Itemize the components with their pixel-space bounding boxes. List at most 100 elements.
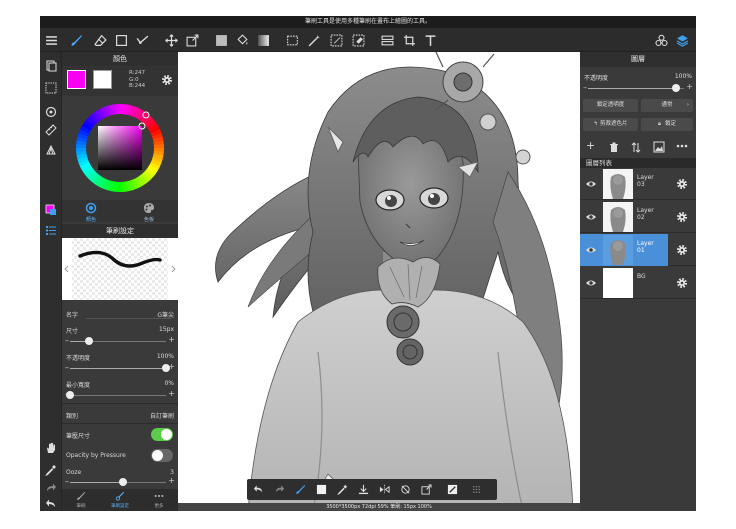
blend-mode-value: 通常 [661, 102, 673, 108]
minus-icon[interactable]: – [65, 477, 69, 486]
plus-icon[interactable]: + [168, 389, 175, 398]
fill-color-icon[interactable] [212, 31, 230, 49]
visibility-eye-icon[interactable] [585, 211, 597, 223]
layer-row[interactable]: Layer 03 [580, 168, 696, 200]
layer-row[interactable]: Layer 02 [580, 201, 696, 233]
blend-mode-button[interactable]: 通常 › [641, 99, 693, 112]
brush-name-row[interactable]: 名字 G筆尖 [62, 306, 178, 322]
navigator-icon[interactable] [43, 104, 59, 120]
layer-image-icon[interactable] [653, 141, 665, 153]
add-layer-icon[interactable]: + [586, 139, 595, 152]
snap-icon[interactable] [378, 31, 396, 49]
selection-layer-icon[interactable] [43, 80, 59, 96]
clear-icon[interactable] [445, 482, 460, 497]
color-swatch-icon[interactable] [314, 482, 329, 497]
visibility-eye-icon[interactable] [585, 277, 597, 289]
pages-icon[interactable] [43, 58, 59, 74]
minus-icon[interactable]: – [65, 336, 69, 345]
main-color-swatch[interactable] [67, 70, 86, 89]
undo-icon[interactable] [251, 482, 266, 497]
brush-type-row[interactable]: 類別 自訂筆刷 [62, 407, 178, 423]
tab-more[interactable]: 更多 [140, 489, 178, 511]
brush-size-slider[interactable]: – + [62, 335, 178, 347]
minus-icon[interactable]: – [583, 83, 587, 92]
menu-icon[interactable] [42, 31, 60, 49]
plus-icon[interactable]: + [168, 362, 175, 371]
visibility-eye-icon[interactable] [585, 178, 597, 190]
sub-color-swatch[interactable] [93, 70, 112, 89]
color-wheel-area[interactable] [62, 96, 178, 200]
plus-icon[interactable]: + [168, 476, 175, 485]
layer-gear-icon[interactable] [676, 178, 688, 190]
undo-icon[interactable] [43, 496, 59, 511]
flip-icon[interactable] [377, 482, 392, 497]
minus-icon[interactable]: – [65, 363, 69, 372]
layer-more-icon[interactable] [676, 143, 688, 149]
slider-knob[interactable] [85, 337, 94, 345]
layer-gear-icon[interactable] [676, 211, 688, 223]
grip-icon[interactable] [469, 482, 484, 497]
brush-icon[interactable] [67, 31, 85, 49]
min-width-slider[interactable]: – + [62, 389, 178, 401]
color-panel-toggle-icon[interactable] [43, 202, 59, 218]
tab-color[interactable]: 顏色 [62, 200, 120, 223]
ruler-icon[interactable] [43, 122, 59, 138]
clipping-button[interactable]: ↰ 剪裁遮色片 [583, 118, 638, 131]
ooze-slider[interactable]: – + [62, 476, 178, 488]
tab-brush[interactable]: 筆刷 [62, 489, 100, 511]
color-gear-icon[interactable] [161, 74, 173, 86]
layer-gear-icon[interactable] [676, 244, 688, 256]
select-eraser-icon[interactable] [349, 31, 367, 49]
brush-icon[interactable] [293, 482, 308, 497]
app-window: 筆刷工具是使用多種筆刷在畫布上繪圖的工具。 顏色 R:247 G:0 B:244… [40, 16, 696, 511]
redo-icon[interactable] [272, 482, 287, 497]
redo-icon[interactable] [43, 480, 59, 496]
layers-icon[interactable] [673, 31, 691, 49]
layer-gear-icon[interactable] [676, 277, 688, 289]
transform-icon[interactable] [419, 482, 434, 497]
plus-icon[interactable]: + [168, 335, 175, 344]
color-panel-title: 顏色 [62, 52, 178, 66]
slider-knob[interactable] [118, 478, 127, 486]
plus-icon[interactable]: + [686, 82, 693, 91]
layer-row[interactable]: BG [580, 267, 696, 299]
material-icon[interactable] [652, 31, 670, 49]
layer-row[interactable]: Layer 01 [580, 234, 696, 266]
visibility-eye-icon[interactable] [585, 244, 597, 256]
lock-alpha-button[interactable]: 鎖定透明度 [583, 99, 638, 112]
hand-icon[interactable] [43, 440, 59, 456]
select-pen-icon[interactable] [327, 31, 345, 49]
divider [62, 403, 178, 404]
brush-opacity-slider[interactable]: – + [62, 362, 178, 374]
layer-list-title: 圖層列表 [580, 158, 696, 168]
pressure-size-toggle[interactable] [151, 428, 173, 441]
bucket-icon[interactable] [233, 31, 251, 49]
opacity-pressure-toggle[interactable] [151, 449, 173, 462]
eyedropper-icon[interactable] [335, 482, 350, 497]
import-icon[interactable] [356, 482, 371, 497]
lock-button[interactable]: 🔒︎ 鎖定 [641, 118, 693, 131]
text-icon[interactable] [421, 31, 439, 49]
layer-opacity-slider[interactable]: – + [580, 82, 696, 94]
delete-layer-icon[interactable] [609, 142, 619, 153]
slider-knob[interactable] [672, 84, 680, 92]
drawing-canvas[interactable] [178, 52, 580, 511]
rectangle-icon[interactable] [112, 31, 130, 49]
perspective-icon[interactable] [43, 142, 59, 158]
move-icon[interactable] [162, 31, 180, 49]
transform-icon[interactable] [183, 31, 201, 49]
brush-settings-toggle-icon[interactable] [43, 222, 59, 238]
eyedropper-icon[interactable] [43, 462, 59, 478]
magic-wand-icon[interactable] [305, 31, 323, 49]
rotate-icon[interactable] [398, 482, 413, 497]
tab-brush-settings[interactable]: 筆刷設定 [101, 489, 139, 511]
crop-icon[interactable] [400, 31, 418, 49]
slider-knob[interactable] [66, 391, 74, 399]
gradient-icon[interactable] [254, 31, 272, 49]
eraser-icon[interactable] [91, 31, 109, 49]
select-icon[interactable] [283, 31, 301, 49]
sort-layer-icon[interactable] [631, 142, 641, 153]
vector-brush-icon[interactable] [133, 31, 151, 49]
color-wheel[interactable] [71, 99, 169, 197]
tab-palette[interactable]: 色板 [120, 200, 178, 223]
